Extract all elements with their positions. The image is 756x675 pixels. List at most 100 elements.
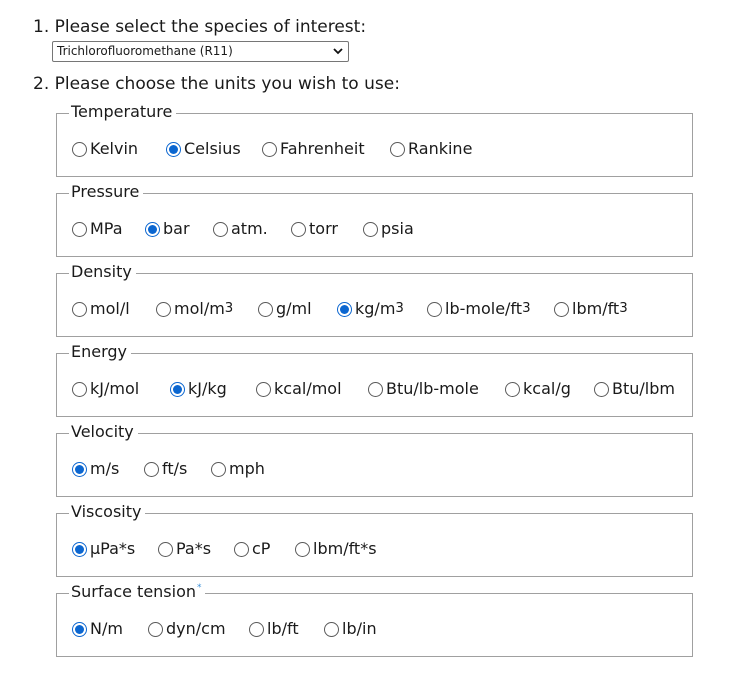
option-label: cP bbox=[252, 539, 271, 558]
step-1-label: 1. Please select the species of interest… bbox=[33, 17, 367, 37]
density-option-kg-m3[interactable]: kg/m 3 bbox=[337, 299, 427, 319]
velocity-option-ft-s[interactable]: ft/s bbox=[144, 459, 211, 479]
density-option-lbm-ft3[interactable]: lbm/ft 3 bbox=[554, 299, 628, 319]
radio-button[interactable] bbox=[72, 621, 87, 637]
radio-button[interactable] bbox=[148, 621, 163, 637]
energy-option-kj-kg[interactable]: kJ/kg bbox=[170, 379, 256, 399]
radio-button[interactable] bbox=[390, 141, 405, 157]
energy-option-kcal-g[interactable]: kcal/g bbox=[505, 379, 594, 399]
radio-button[interactable] bbox=[249, 621, 264, 637]
radio-button[interactable] bbox=[72, 461, 87, 477]
option-label: bar bbox=[163, 219, 190, 238]
radio-button[interactable] bbox=[256, 381, 271, 397]
option-label: dyn/cm bbox=[166, 619, 226, 638]
velocity-legend: Velocity bbox=[71, 422, 134, 441]
density-unit-group: Density mol/l mol/m 3 g/ml kg/m 3 lb-mole/… bbox=[56, 262, 693, 337]
chevron-down-icon bbox=[333, 48, 343, 55]
option-label: kJ/mol bbox=[90, 379, 140, 398]
viscosity-option-lbm-ft-s[interactable]: lbm/ft*s bbox=[295, 539, 377, 559]
species-select-value: Trichlorofluoromethane (R11) bbox=[57, 44, 233, 58]
option-label: atm. bbox=[231, 219, 268, 238]
option-label: ft/s bbox=[162, 459, 188, 478]
option-label: kg/m bbox=[355, 299, 396, 318]
radio-button[interactable] bbox=[72, 141, 87, 157]
option-label: N/m bbox=[90, 619, 123, 638]
radio-button[interactable] bbox=[72, 541, 87, 557]
temperature-legend: Temperature bbox=[71, 102, 173, 121]
viscosity-option-micropa-s[interactable]: μPa*s bbox=[72, 539, 158, 559]
radio-button[interactable] bbox=[363, 221, 378, 237]
radio-button[interactable] bbox=[505, 381, 520, 397]
option-label: psia bbox=[381, 219, 414, 238]
radio-button[interactable] bbox=[145, 221, 160, 237]
temperature-option-celsius[interactable]: Celsius bbox=[166, 139, 262, 159]
option-label-sup: 3 bbox=[224, 301, 234, 316]
energy-option-kj-mol[interactable]: kJ/mol bbox=[72, 379, 170, 399]
radio-button[interactable] bbox=[72, 301, 87, 317]
option-label: MPa bbox=[90, 219, 123, 238]
pressure-option-mpa[interactable]: MPa bbox=[72, 219, 145, 239]
pressure-option-torr[interactable]: torr bbox=[291, 219, 363, 239]
option-label: lb-mole/ft bbox=[445, 299, 523, 318]
option-label: Btu/lbm bbox=[612, 379, 675, 398]
energy-option-btu-lbm[interactable]: Btu/lbm bbox=[594, 379, 675, 399]
radio-button[interactable] bbox=[72, 381, 87, 397]
surface-tension-option-lb-in[interactable]: lb/in bbox=[324, 619, 377, 639]
radio-button[interactable] bbox=[337, 301, 352, 317]
option-label: μPa*s bbox=[90, 539, 136, 558]
velocity-option-m-s[interactable]: m/s bbox=[72, 459, 144, 479]
density-option-lb-mole-ft3[interactable]: lb-mole/ft 3 bbox=[427, 299, 554, 319]
radio-button[interactable] bbox=[295, 541, 310, 557]
velocity-unit-group: Velocity m/s ft/s mph bbox=[56, 422, 693, 497]
energy-unit-group: Energy kJ/mol kJ/kg kcal/mol Btu/lb-mole… bbox=[56, 342, 693, 417]
temperature-option-kelvin[interactable]: Kelvin bbox=[72, 139, 166, 159]
step-2-label: 2. Please choose the units you wish to u… bbox=[33, 74, 400, 94]
surface-tension-legend: Surface tension bbox=[71, 582, 197, 601]
radio-button[interactable] bbox=[144, 461, 159, 477]
option-label: mol/l bbox=[90, 299, 130, 318]
radio-button[interactable] bbox=[427, 301, 442, 317]
surface-tension-option-lb-ft[interactable]: lb/ft bbox=[249, 619, 324, 639]
pressure-option-psia[interactable]: psia bbox=[363, 219, 414, 239]
radio-button[interactable] bbox=[262, 141, 277, 157]
pressure-option-bar[interactable]: bar bbox=[145, 219, 213, 239]
pressure-option-atm[interactable]: atm. bbox=[213, 219, 291, 239]
energy-option-kcal-mol[interactable]: kcal/mol bbox=[256, 379, 368, 399]
radio-button[interactable] bbox=[213, 221, 228, 237]
option-label: lbm/ft*s bbox=[313, 539, 377, 558]
surface-tension-footnote-marker[interactable]: * bbox=[197, 583, 202, 593]
surface-tension-option-dyn-cm[interactable]: dyn/cm bbox=[148, 619, 249, 639]
radio-button[interactable] bbox=[258, 301, 273, 317]
radio-button[interactable] bbox=[234, 541, 249, 557]
radio-button[interactable] bbox=[554, 301, 569, 317]
density-option-mol-l[interactable]: mol/l bbox=[72, 299, 156, 319]
radio-button[interactable] bbox=[170, 381, 185, 397]
temperature-unit-group: Temperature Kelvin Celsius Fahrenheit Ra… bbox=[56, 102, 693, 177]
option-label: g/ml bbox=[276, 299, 312, 318]
radio-button[interactable] bbox=[594, 381, 609, 397]
surface-tension-option-n-m[interactable]: N/m bbox=[72, 619, 148, 639]
velocity-option-mph[interactable]: mph bbox=[211, 459, 265, 479]
species-select[interactable]: Trichlorofluoromethane (R11) bbox=[52, 41, 349, 62]
radio-button[interactable] bbox=[324, 621, 339, 637]
radio-button[interactable] bbox=[368, 381, 383, 397]
radio-button[interactable] bbox=[156, 301, 171, 317]
surface-tension-unit-group: Surface tension* N/m dyn/cm lb/ft lb/in bbox=[56, 582, 693, 657]
radio-button[interactable] bbox=[72, 221, 87, 237]
temperature-option-rankine[interactable]: Rankine bbox=[390, 139, 472, 159]
energy-option-btu-lb-mole[interactable]: Btu/lb-mole bbox=[368, 379, 505, 399]
viscosity-unit-group: Viscosity μPa*s Pa*s cP lbm/ft*s bbox=[56, 502, 693, 577]
radio-button[interactable] bbox=[211, 461, 226, 477]
viscosity-option-pa-s[interactable]: Pa*s bbox=[158, 539, 234, 559]
radio-button[interactable] bbox=[166, 141, 181, 157]
temperature-option-fahrenheit[interactable]: Fahrenheit bbox=[262, 139, 390, 159]
radio-button[interactable] bbox=[291, 221, 306, 237]
option-label: kcal/mol bbox=[274, 379, 342, 398]
viscosity-option-cp[interactable]: cP bbox=[234, 539, 295, 559]
radio-button[interactable] bbox=[158, 541, 173, 557]
option-label: kJ/kg bbox=[188, 379, 227, 398]
density-option-mol-m3[interactable]: mol/m 3 bbox=[156, 299, 258, 319]
option-label: Celsius bbox=[184, 139, 241, 158]
density-option-g-ml[interactable]: g/ml bbox=[258, 299, 337, 319]
option-label: mph bbox=[229, 459, 265, 478]
